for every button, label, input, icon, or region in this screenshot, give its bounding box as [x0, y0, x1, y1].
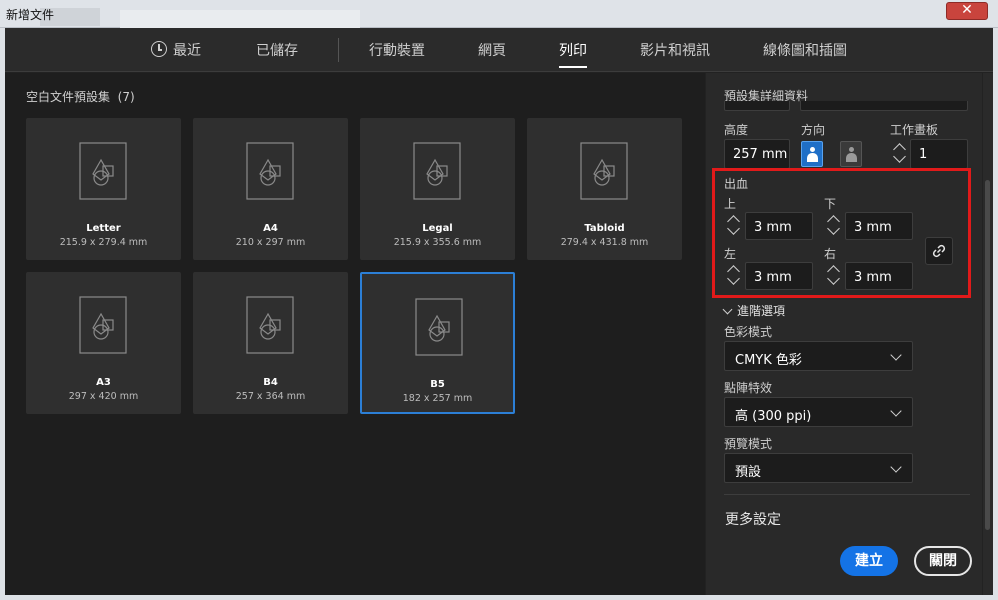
window-title: 新增文件 — [6, 8, 55, 22]
tab-label: 最近 — [173, 43, 201, 59]
preset-name: Letter — [86, 223, 121, 234]
color-mode-value: CMYK 色彩 — [735, 353, 802, 368]
tab-saved[interactable]: 已儲存 — [256, 40, 298, 68]
height-label: 高度 — [724, 123, 749, 137]
tab-film-video[interactable]: 影片和視訊 — [640, 40, 710, 68]
artboards-label: 工作畫板 — [890, 123, 939, 137]
document-icon — [246, 142, 294, 200]
preset-size: 182 x 257 mm — [402, 393, 473, 404]
height-field[interactable]: 257 mm — [724, 139, 790, 169]
preset-card-a3[interactable]: A3 297 x 420 mm — [26, 272, 181, 414]
tab-label: 列印 — [559, 43, 587, 59]
chevron-down-icon — [890, 405, 902, 417]
preset-size: 257 x 364 mm — [235, 391, 306, 402]
portrait-icon-body — [807, 153, 818, 162]
preset-name: Tabloid — [584, 223, 625, 234]
document-icon — [415, 298, 463, 356]
advanced-options-toggle[interactable]: 進階選項 — [722, 302, 786, 319]
preset-name: Legal — [422, 223, 453, 234]
window-close-button[interactable]: ✕ — [946, 2, 988, 20]
color-mode-select[interactable]: CMYK 色彩 — [724, 341, 913, 371]
preset-card-b5[interactable]: B5 182 x 257 mm — [360, 272, 515, 414]
tab-label: 影片和視訊 — [640, 43, 710, 59]
tab-separator — [338, 38, 339, 62]
document-icon — [580, 142, 628, 200]
orientation-portrait-button[interactable] — [801, 141, 823, 167]
chevron-down-icon — [890, 349, 902, 361]
tab-label: 線條圖和插圖 — [763, 43, 847, 59]
preset-size: 215.9 x 355.6 mm — [393, 237, 482, 248]
preset-card-a4[interactable]: A4 210 x 297 mm — [193, 118, 348, 260]
presets-count: (7) — [117, 90, 135, 104]
width-field-partial[interactable] — [724, 101, 790, 111]
tab-recent[interactable]: 最近 — [151, 40, 201, 68]
more-settings-link[interactable]: 更多設定 — [725, 509, 781, 529]
tab-label: 網頁 — [478, 43, 506, 59]
tab-mobile[interactable]: 行動裝置 — [369, 40, 425, 68]
tab-label: 已儲存 — [256, 43, 298, 59]
scrollbar-thumb[interactable] — [985, 180, 990, 530]
background-window-fragment — [120, 10, 360, 28]
preset-card-letter[interactable]: Letter 215.9 x 279.4 mm — [26, 118, 181, 260]
artboards-value: 1 — [919, 147, 928, 162]
document-icon — [246, 296, 294, 354]
tab-print[interactable]: 列印 — [559, 40, 587, 68]
preset-card-b4[interactable]: B4 257 x 364 mm — [193, 272, 348, 414]
divider — [724, 494, 970, 495]
raster-effects-select[interactable]: 高 (300 ppi) — [724, 397, 913, 427]
preview-mode-value: 預設 — [735, 465, 762, 480]
raster-effects-label: 點陣特效 — [724, 381, 773, 395]
presets-title: 空白文件預設集 (7) — [26, 88, 135, 105]
height-value: 257 mm — [733, 147, 788, 162]
create-button[interactable]: 建立 — [840, 546, 898, 576]
landscape-icon — [849, 147, 854, 152]
preset-size: 210 x 297 mm — [235, 237, 306, 248]
units-field-partial[interactable] — [800, 101, 968, 111]
close-button[interactable]: 關閉 — [914, 546, 972, 576]
portrait-icon — [810, 147, 815, 152]
preview-mode-label: 預覽模式 — [724, 437, 773, 451]
preset-size: 279.4 x 431.8 mm — [560, 237, 649, 248]
raster-effects-value: 高 (300 ppi) — [735, 409, 812, 424]
preset-name: B4 — [263, 377, 278, 388]
artboards-field[interactable]: 1 — [910, 139, 968, 169]
bleed-highlight-box — [712, 168, 971, 298]
landscape-icon-body — [846, 153, 857, 162]
preset-name: A4 — [263, 223, 278, 234]
preset-card-legal[interactable]: Legal 215.9 x 355.6 mm — [360, 118, 515, 260]
tab-label: 行動裝置 — [369, 43, 425, 59]
artboards-stepper[interactable] — [893, 141, 907, 167]
preset-card-tabloid[interactable]: Tabloid 279.4 x 431.8 mm — [527, 118, 682, 260]
presets-panel: 空白文件預設集 (7) Letter 215.9 x 279.4 mm A4 2… — [5, 73, 705, 595]
preset-size: 215.9 x 279.4 mm — [59, 237, 148, 248]
preset-name: B5 — [430, 379, 445, 390]
orientation-label: 方向 — [801, 123, 826, 137]
tab-web[interactable]: 網頁 — [478, 40, 506, 68]
window-titlebar: 新增文件 ✕ — [0, 0, 998, 28]
tab-art-illustration[interactable]: 線條圖和插圖 — [763, 40, 847, 68]
preview-mode-select[interactable]: 預設 — [724, 453, 913, 483]
document-icon — [79, 296, 127, 354]
category-tabbar: 最近 已儲存 行動裝置 網頁 列印 影片和視訊 線條圖和插圖 — [5, 28, 993, 72]
advanced-options-label: 進階選項 — [737, 304, 786, 318]
document-icon — [79, 142, 127, 200]
presets-title-text: 空白文件預設集 — [26, 90, 111, 104]
orientation-landscape-button[interactable] — [840, 141, 862, 167]
clock-icon — [151, 41, 167, 57]
color-mode-label: 色彩模式 — [724, 325, 773, 339]
preset-size: 297 x 420 mm — [68, 391, 139, 402]
preset-name: A3 — [96, 377, 111, 388]
document-icon — [413, 142, 461, 200]
chevron-down-icon — [722, 304, 733, 315]
chevron-down-icon — [890, 461, 902, 473]
